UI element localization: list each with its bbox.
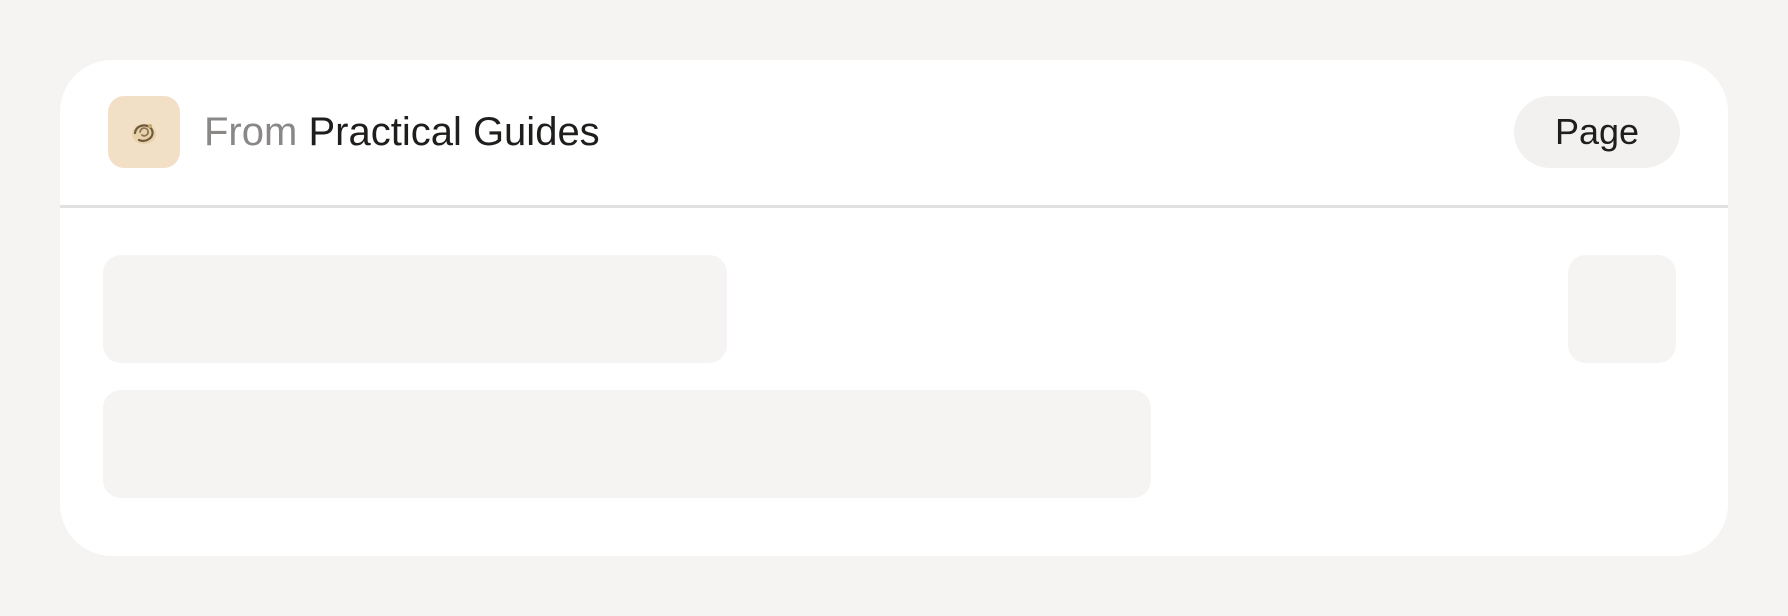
guide-logo-icon xyxy=(108,96,180,168)
title-placeholder xyxy=(103,255,727,363)
page-button[interactable]: Page xyxy=(1514,96,1680,168)
source-name[interactable]: Practical Guides xyxy=(308,110,599,154)
source-card: From Practical Guides Page xyxy=(60,60,1728,556)
source-title: From Practical Guides xyxy=(204,108,600,156)
description-placeholder xyxy=(103,390,1151,498)
thumbnail-placeholder xyxy=(1568,255,1676,363)
source-prefix: From xyxy=(204,110,298,154)
card-header: From Practical Guides Page xyxy=(60,60,1728,208)
